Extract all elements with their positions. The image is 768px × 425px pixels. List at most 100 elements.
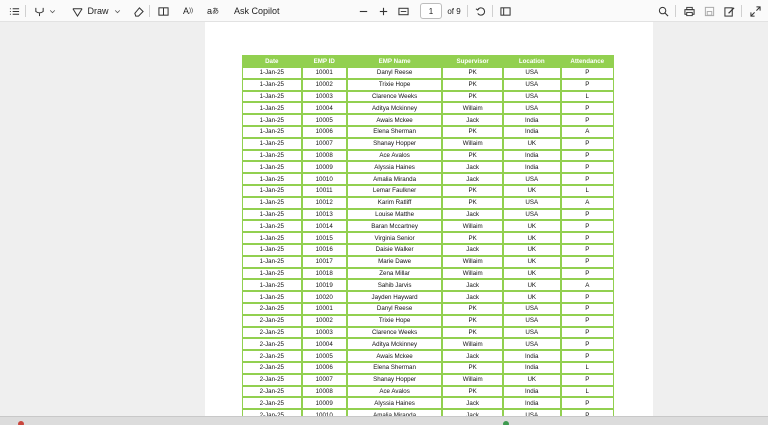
cell-date: 1-Jan-25 <box>242 196 302 209</box>
cell-emp-name: Zena Millar <box>346 267 443 280</box>
ask-copilot-button[interactable]: Ask Copilot <box>234 0 280 22</box>
edit-icon[interactable] <box>722 0 736 22</box>
cell-location: UK <box>502 220 561 233</box>
document-viewer[interactable]: Date EMP ID EMP Name Supervisor Location… <box>0 22 768 416</box>
cell-date: 2-Jan-25 <box>242 385 302 398</box>
cell-date: 1-Jan-25 <box>242 161 302 174</box>
cell-date: 1-Jan-25 <box>242 184 302 197</box>
cell-date: 2-Jan-25 <box>242 302 302 315</box>
table-row: 2-Jan-25 10004 Aditya Mckinney Willaim USA P <box>242 338 614 351</box>
highlight-icon[interactable] <box>32 0 46 22</box>
table-row: 1-Jan-25 10005 Awais Mckee Jack India P <box>242 114 614 126</box>
search-icon[interactable] <box>656 0 670 22</box>
cell-emp-name: Alyssia Haines <box>346 397 443 410</box>
table-row: 1-Jan-25 10014 Baran Mccartney Willaim UK P <box>242 220 614 233</box>
fit-page-icon[interactable] <box>396 0 410 22</box>
cell-supervisor: Jack <box>442 243 503 256</box>
taskbar-strip <box>0 416 768 425</box>
page-view-icon[interactable] <box>498 0 512 22</box>
draw-label[interactable]: Draw <box>86 0 110 22</box>
chevron-down-icon[interactable] <box>112 0 122 22</box>
cell-date: 2-Jan-25 <box>242 326 302 339</box>
app-indicator-icon <box>18 421 24 425</box>
two-page-icon[interactable] <box>156 0 170 22</box>
table-row: 1-Jan-25 10006 Elena Sherman PK India A <box>242 125 614 138</box>
cell-location: USA <box>502 409 561 416</box>
toolbar-divider <box>467 5 468 17</box>
cell-supervisor: PK <box>442 90 503 103</box>
table-row: 1-Jan-25 10010 Amalia Miranda Jack USA P <box>242 173 614 185</box>
cell-attendance: P <box>560 232 614 244</box>
expand-icon[interactable] <box>748 0 762 22</box>
contents-icon[interactable] <box>7 0 21 22</box>
cell-emp-id: 10005 <box>301 350 347 362</box>
cell-emp-id: 10013 <box>301 208 347 221</box>
cell-attendance: P <box>560 78 614 91</box>
cell-emp-id: 10015 <box>301 232 347 244</box>
cell-location: UK <box>502 232 561 244</box>
zoom-out-icon[interactable] <box>356 0 370 22</box>
cell-emp-name: Amalia Miranda <box>346 409 443 416</box>
cell-emp-id: 10011 <box>301 184 347 197</box>
translate-icon[interactable]: aあ <box>204 0 222 22</box>
cell-location: UK <box>502 267 561 280</box>
cell-emp-name: Shanay Hopper <box>346 373 443 386</box>
app-indicator-icon <box>503 421 509 425</box>
cell-location: UK <box>502 373 561 386</box>
table-row: 1-Jan-25 10018 Zena Millar Willaim UK P <box>242 267 614 280</box>
cell-date: 1-Jan-25 <box>242 102 302 115</box>
cell-date: 1-Jan-25 <box>242 125 302 138</box>
cell-emp-name: Trixie Hope <box>346 314 443 327</box>
toolbar-divider <box>675 5 676 17</box>
cell-emp-name: Karim Ratliff <box>346 196 443 209</box>
cell-supervisor: Willaim <box>442 137 503 150</box>
page-number-input[interactable]: 1 <box>420 3 442 19</box>
cell-attendance: P <box>560 326 614 339</box>
cell-date: 2-Jan-25 <box>242 361 302 374</box>
cell-emp-id: 10002 <box>301 314 347 327</box>
cell-attendance: P <box>560 291 614 303</box>
cell-supervisor: Willaim <box>442 102 503 115</box>
cell-supervisor: Jack <box>442 161 503 174</box>
table-row: 1-Jan-25 10019 Sahib Jarvis Jack UK A <box>242 279 614 292</box>
cell-date: 1-Jan-25 <box>242 67 302 79</box>
cell-attendance: P <box>560 409 614 416</box>
cell-emp-id: 10019 <box>301 279 347 292</box>
cell-attendance: L <box>560 361 614 374</box>
cell-emp-id: 10007 <box>301 137 347 150</box>
cell-emp-name: Danyl Reese <box>346 302 443 315</box>
draw-icon[interactable] <box>70 0 84 22</box>
cell-attendance: P <box>560 137 614 150</box>
toolbar-divider <box>25 5 26 17</box>
cell-attendance: P <box>560 173 614 185</box>
table-row: 2-Jan-25 10010 Amalia Miranda Jack USA P <box>242 409 614 416</box>
cell-supervisor: PK <box>442 314 503 327</box>
table-row: 2-Jan-25 10006 Elena Sherman PK India L <box>242 361 614 374</box>
cell-supervisor: PK <box>442 149 503 162</box>
cell-attendance: P <box>560 255 614 268</box>
cell-date: 1-Jan-25 <box>242 243 302 256</box>
header-date: Date <box>242 55 302 67</box>
eraser-icon[interactable] <box>131 0 145 22</box>
cell-date: 1-Jan-25 <box>242 149 302 162</box>
header-attendance: Attendance <box>560 55 614 67</box>
toolbar-divider <box>741 5 742 17</box>
cell-supervisor: Jack <box>442 279 503 292</box>
rotate-icon[interactable] <box>473 0 487 22</box>
zoom-in-icon[interactable] <box>376 0 390 22</box>
cell-emp-name: Amalia Miranda <box>346 173 443 185</box>
table-row: 1-Jan-25 10017 Marie Dawe Willaim UK P <box>242 255 614 268</box>
cell-location: UK <box>502 184 561 197</box>
cell-attendance: A <box>560 279 614 292</box>
cell-location: UK <box>502 243 561 256</box>
chevron-down-icon[interactable] <box>47 0 57 22</box>
cell-emp-name: Danyl Reese <box>346 67 443 79</box>
read-aloud-icon[interactable]: A)) <box>180 0 196 22</box>
save-icon[interactable] <box>702 0 716 22</box>
cell-attendance: P <box>560 350 614 362</box>
cell-date: 1-Jan-25 <box>242 255 302 268</box>
cell-supervisor: Jack <box>442 350 503 362</box>
table-row: 1-Jan-25 10016 Daisie Walker Jack UK P <box>242 243 614 256</box>
cell-date: 1-Jan-25 <box>242 291 302 303</box>
print-icon[interactable] <box>682 0 696 22</box>
